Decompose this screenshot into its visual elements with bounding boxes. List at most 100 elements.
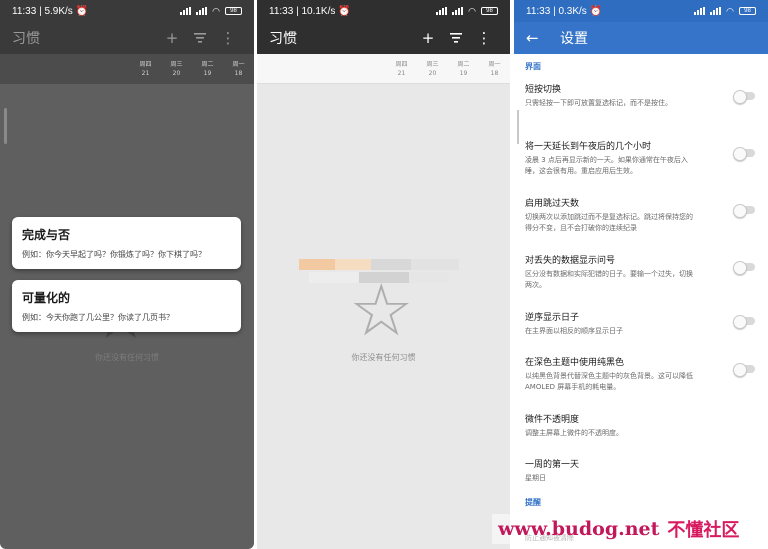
status-time: 11:33 xyxy=(526,5,551,17)
card-title: 完成与否 xyxy=(22,228,71,242)
toggle-switch[interactable] xyxy=(733,261,755,275)
status-right: ◠ 98 xyxy=(180,6,242,17)
pref-summary: 在主界面以相反的顺序显示日子 xyxy=(525,327,623,335)
toggle-switch[interactable] xyxy=(733,363,755,377)
battery-icon: 98 xyxy=(481,7,498,15)
day-column: 周四 21 xyxy=(139,61,152,77)
alarm-icon: ⏰ xyxy=(75,5,89,17)
battery-icon: 98 xyxy=(739,7,756,15)
phone-screen-settings: 11:33 | 0.3K/s ⏰ ◠ 98 ← 设置 界面 短按切换 只需轻按一… xyxy=(514,0,768,549)
more-options-icon[interactable]: ⋮ xyxy=(470,29,498,47)
app-bar: 习惯 + ⋮ xyxy=(0,22,254,54)
pref-first-weekday[interactable]: 一周的第一天 星期日 xyxy=(525,457,757,484)
day-header: 周四 21 周三 20 周二 19 周一 18 xyxy=(0,54,254,84)
day-header: 周四 21 周三 20 周二 19 周一 18 xyxy=(257,54,510,84)
card-description: 例如：今天你跑了几公里？你读了几页书？ xyxy=(22,313,174,322)
empty-state-text: 你还没有任何习惯 xyxy=(351,353,416,362)
status-left: 11:33 | 0.3K/s ⏰ xyxy=(526,5,603,17)
card-title: 可量化的 xyxy=(22,291,71,305)
status-left: 11:33 | 5.9K/s ⏰ xyxy=(12,5,89,17)
signal-icon xyxy=(436,7,448,15)
pref-skip-days[interactable]: 启用跳过天数 切换两次以添加跳过而不是复选标记。跳过将保持您的得分不变，且不会打… xyxy=(525,196,757,234)
day-column: 周一 18 xyxy=(488,61,501,77)
alarm-icon: ⏰ xyxy=(338,5,351,17)
wifi-icon: ◠ xyxy=(468,5,476,16)
day-column: 周三 20 xyxy=(426,61,439,77)
pref-summary: 以纯黑色背景代替深色主题中的灰色背景。这可以降低 AMOLED 屏幕手机的耗电量… xyxy=(525,372,693,391)
wifi-icon: ◠ xyxy=(726,5,734,16)
status-time: 11:33 xyxy=(269,5,294,17)
watermark-url: www.budog.net xyxy=(498,518,660,540)
app-title: 习惯 xyxy=(269,31,297,47)
filter-icon[interactable] xyxy=(186,29,214,47)
add-icon[interactable]: + xyxy=(158,29,186,47)
pref-title: 启用跳过天数 xyxy=(525,199,580,209)
settings-title: 设置 xyxy=(560,31,588,47)
add-icon[interactable]: + xyxy=(414,29,442,47)
pref-title: 将一天延长到午夜后的几个小时 xyxy=(525,142,652,152)
pref-title: 对丢失的数据显示问号 xyxy=(525,256,616,266)
watermark: www.budog.net 不懂社区 xyxy=(492,514,746,544)
section-header-reminders: 提醒 xyxy=(525,498,541,507)
status-bar: 11:33 | 0.3K/s ⏰ ◠ 98 xyxy=(514,0,768,22)
signal-icon xyxy=(452,7,464,15)
pref-title: 短按切换 xyxy=(525,85,562,95)
card-description: 例如：你今天早起了吗？你锻炼了吗？你下棋了吗？ xyxy=(22,250,206,259)
status-speed: 10.1K/s xyxy=(301,5,336,17)
app-title: 习惯 xyxy=(12,31,40,47)
signal-icon xyxy=(694,7,706,15)
pref-widget-opacity[interactable]: 微件不透明度 调整主屏幕上微件的不透明度。 xyxy=(525,412,757,439)
pref-pure-black[interactable]: 在深色主题中使用纯黑色 以纯黑色背景代替深色主题中的灰色背景。这可以降低 AMO… xyxy=(525,355,757,393)
toggle-switch[interactable] xyxy=(733,147,755,161)
phone-screen-empty: 11:33 | 10.1K/s ⏰ ◠ 98 习惯 + ⋮ 周四 21 周三 20 … xyxy=(257,0,510,549)
pref-summary: 切换两次以添加跳过而不是复选标记。跳过将保持您的得分不变，且不会打破你的连续纪录 xyxy=(525,213,693,232)
phone-screen-onboarding: 11:33 | 5.9K/s ⏰ ◠ 98 习惯 + ⋮ 周四 21 周三 20 周… xyxy=(0,0,254,549)
empty-state-text: 你还没有任何习惯 xyxy=(95,353,159,362)
habit-type-yes-no-card[interactable]: 完成与否 例如：你今天早起了吗？你锻炼了吗？你下棋了吗？ xyxy=(12,217,241,269)
pref-title: 微件不透明度 xyxy=(525,415,580,425)
day-column: 周二 19 xyxy=(201,61,214,77)
toggle-switch[interactable] xyxy=(733,315,755,329)
pref-extend-day[interactable]: 将一天延长到午夜后的几个小时 凌晨 3 点后再显示新的一天。如果你通常在午夜后入… xyxy=(525,139,757,177)
status-speed: 0.3K/s xyxy=(558,5,587,17)
pref-reverse-days[interactable]: 逆序显示日子 在主界面以相反的顺序显示日子 xyxy=(525,310,757,337)
status-speed: 5.9K/s xyxy=(44,5,73,17)
toggle-switch[interactable] xyxy=(733,90,755,104)
pref-summary: 凌晨 3 点后再显示新的一天。如果你通常在午夜后入睡，这会很有用。重启应用后生效… xyxy=(525,156,688,175)
day-column: 周三 20 xyxy=(170,61,183,77)
scroll-indicator xyxy=(4,108,7,144)
pref-title: 在深色主题中使用纯黑色 xyxy=(525,358,625,368)
section-header-interface: 界面 xyxy=(525,62,541,71)
star-icon: ☆ xyxy=(349,268,414,352)
status-right: ◠ 98 xyxy=(436,6,498,17)
app-bar: 习惯 + ⋮ xyxy=(257,22,510,54)
pref-short-toggle[interactable]: 短按切换 只需轻按一下即可放置复选标记，而不是按住。 xyxy=(525,82,757,109)
status-right: ◠ 98 xyxy=(694,6,756,17)
status-bar: 11:33 | 5.9K/s ⏰ ◠ 98 xyxy=(0,0,254,22)
toggle-switch[interactable] xyxy=(733,204,755,218)
day-column: 周四 21 xyxy=(395,61,408,77)
pref-summary: 星期日 xyxy=(525,474,546,482)
habit-type-measurable-card[interactable]: 可量化的 例如：今天你跑了几公里？你读了几页书？ xyxy=(12,280,241,332)
app-bar: ← 设置 xyxy=(514,22,768,54)
pref-summary: 只需轻按一下即可放置复选标记，而不是按住。 xyxy=(525,99,672,107)
watermark-name: 不懂社区 xyxy=(667,520,740,541)
status-left: 11:33 | 10.1K/s ⏰ xyxy=(269,5,351,17)
pref-title: 一周的第一天 xyxy=(525,460,580,470)
signal-icon xyxy=(710,7,722,15)
status-bar: 11:33 | 10.1K/s ⏰ ◠ 98 xyxy=(257,0,510,22)
signal-icon xyxy=(196,7,208,15)
wifi-icon: ◠ xyxy=(212,5,220,16)
pref-title: 逆序显示日子 xyxy=(525,313,580,323)
more-options-icon[interactable]: ⋮ xyxy=(214,29,242,47)
pref-question-marks[interactable]: 对丢失的数据显示问号 区分没有数据和实际犯错的日子。要输一个过失，切换两次。 xyxy=(525,253,757,291)
pref-summary: 区分没有数据和实际犯错的日子。要输一个过失，切换两次。 xyxy=(525,270,693,289)
day-column: 周一 18 xyxy=(232,61,245,77)
scroll-indicator xyxy=(517,110,519,144)
status-time: 11:33 xyxy=(12,5,37,17)
day-column: 周二 19 xyxy=(457,61,470,77)
battery-icon: 98 xyxy=(225,7,242,15)
filter-icon[interactable] xyxy=(442,29,470,47)
back-arrow-icon[interactable]: ← xyxy=(526,29,552,47)
alarm-icon: ⏰ xyxy=(589,5,603,17)
